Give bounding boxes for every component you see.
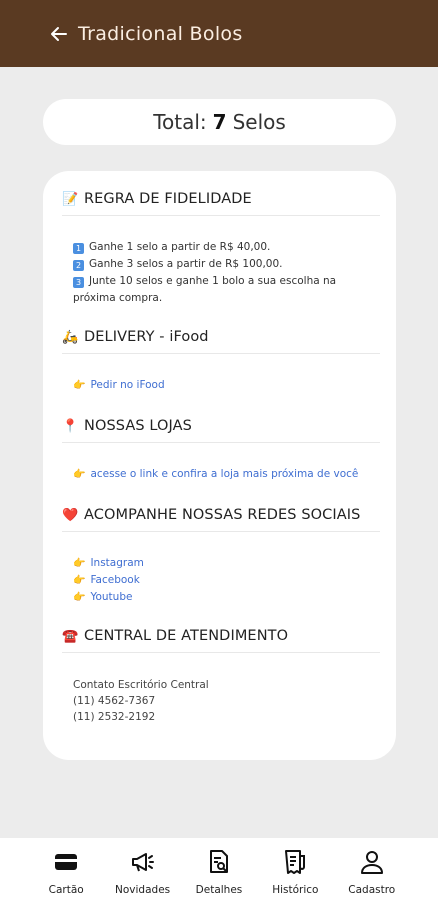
bottom-nav: Cartão Novidades Detalhes Histórico Cada…: [0, 838, 438, 900]
instagram-link[interactable]: Instagram: [90, 557, 143, 569]
nav-detalhes[interactable]: Detalhes: [183, 838, 255, 900]
nav-label: Histórico: [272, 884, 319, 896]
nav-novidades[interactable]: Novidades: [107, 838, 179, 900]
section-delivery-title: 🛵 DELIVERY - iFood: [62, 329, 380, 354]
total-stamps-pill: Total: 7 Selos: [43, 99, 396, 145]
nav-cadastro[interactable]: Cadastro: [336, 838, 408, 900]
section-fidelidade-title: 📝 REGRA DE FIDELIDADE: [62, 191, 380, 216]
rule-line: 2 Ganhe 3 selos a partir de R$ 100,00.: [73, 256, 386, 273]
nav-historico[interactable]: Histórico: [259, 838, 331, 900]
delivery-body: 👉 Pedir no iFood: [73, 377, 386, 394]
pointing-hand-icon: 👉: [73, 558, 86, 569]
fidelidade-rules: 1 Ganhe 1 selo a partir de R$ 40,00. 2 Gan…: [73, 239, 386, 307]
scooter-icon: 🛵: [62, 329, 79, 345]
pointing-hand-icon: 👉: [73, 592, 86, 603]
nav-label: Novidades: [115, 884, 171, 896]
document-search-icon: [205, 848, 233, 880]
section-title-text: CENTRAL DE ATENDIMENTO: [84, 628, 289, 644]
number-icon: 2: [73, 260, 84, 271]
rule-line: 1 Ganhe 1 selo a partir de R$ 40,00.: [73, 239, 386, 256]
ifood-link[interactable]: Pedir no iFood: [90, 379, 164, 391]
section-redes-title: ❤️ ACOMPANHE NOSSAS REDES SOCIAIS: [62, 507, 380, 532]
contact-line: Contato Escritório Central: [73, 679, 209, 691]
pointing-hand-icon: 👉: [73, 575, 86, 586]
memo-icon: 📝: [62, 191, 79, 207]
social-links: 👉 Instagram 👉 Facebook 👉 Youtube: [73, 555, 386, 606]
telephone-icon: ☎️: [62, 628, 79, 644]
section-title-text: DELIVERY - iFood: [84, 329, 209, 345]
rule-line: próxima compra.: [73, 292, 163, 304]
total-value: 7: [212, 110, 227, 134]
app-bar: Tradicional Bolos: [0, 0, 438, 67]
back-arrow-icon[interactable]: [50, 25, 74, 43]
section-lojas-title: 📍 NOSSAS LOJAS: [62, 418, 380, 443]
nav-label: Cadastro: [348, 884, 396, 896]
pointing-hand-icon: 👉: [73, 380, 86, 391]
nav-label: Detalhes: [195, 884, 243, 896]
section-title-text: ACOMPANHE NOSSAS REDES SOCIAIS: [84, 507, 361, 523]
total-suffix: Selos: [232, 110, 286, 134]
card-icon: [52, 848, 80, 880]
total-prefix: Total:: [153, 110, 207, 134]
facebook-link[interactable]: Facebook: [90, 574, 139, 586]
section-title-text: NOSSAS LOJAS: [84, 418, 192, 434]
nav-label: Cartão: [48, 884, 84, 896]
number-icon: 1: [73, 243, 84, 254]
contact-phone[interactable]: (11) 2532-2192: [73, 709, 209, 725]
nav-cartao[interactable]: Cartão: [30, 838, 102, 900]
number-icon: 3: [73, 277, 84, 288]
contact-phone[interactable]: (11) 4562-7367: [73, 693, 209, 709]
pointing-hand-icon: 👉: [73, 469, 86, 480]
page-title: Tradicional Bolos: [78, 22, 243, 45]
megaphone-icon: [129, 848, 157, 880]
youtube-link[interactable]: Youtube: [90, 591, 132, 603]
section-atendimento-title: ☎️ CENTRAL DE ATENDIMENTO: [62, 628, 380, 653]
stores-link[interactable]: acesse o link e confira a loja mais próx…: [90, 468, 358, 480]
heart-icon: ❤️: [62, 507, 79, 523]
info-card: 📝 REGRA DE FIDELIDADE 1 Ganhe 1 selo a pa…: [43, 171, 396, 760]
rule-line: 3 Junte 10 selos e ganhe 1 bolo a sua esc…: [73, 273, 386, 290]
receipt-icon: [281, 848, 309, 880]
pin-icon: 📍: [62, 418, 79, 434]
user-icon: [358, 848, 386, 880]
contact-info: Contato Escritório Central (11) 4562-736…: [73, 677, 209, 725]
section-title-text: REGRA DE FIDELIDADE: [84, 191, 252, 207]
lojas-body: 👉 acesse o link e confira a loja mais pró…: [73, 466, 386, 483]
